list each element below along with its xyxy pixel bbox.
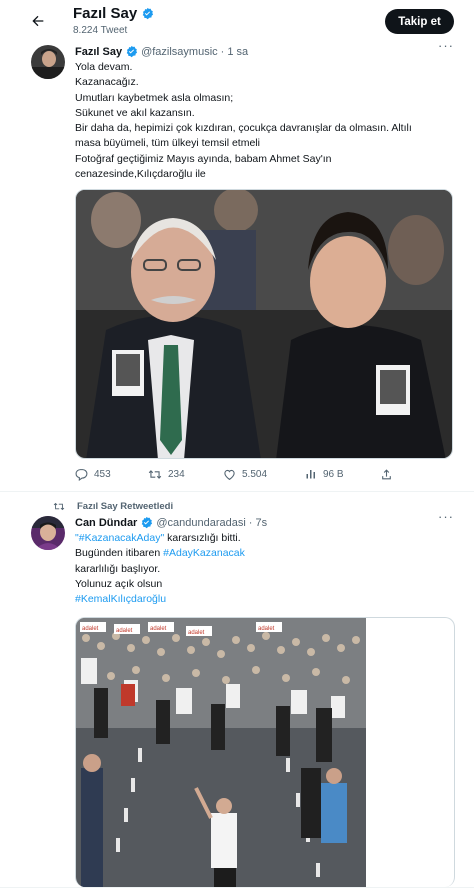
retweet-count: 234	[168, 469, 185, 480]
retweet-icon	[53, 502, 65, 511]
profile-header: Fazıl Say 8.224 Tweet Takip et	[0, 0, 474, 42]
more-options-icon[interactable]: ···	[438, 509, 454, 524]
share-icon	[382, 469, 391, 480]
arrow-left-icon	[32, 15, 44, 27]
profile-name-row: Fazıl Say	[73, 5, 154, 22]
follow-button[interactable]: Takip et	[385, 9, 454, 34]
avatar[interactable]	[31, 516, 65, 550]
author-handle[interactable]: @candundaradasi	[156, 517, 245, 529]
tweet-text: kararsızlığı bitti.	[164, 532, 241, 544]
verified-badge-icon	[142, 516, 153, 529]
views-button[interactable]: 96 B	[305, 468, 344, 480]
tweet-line: Sükunet ve akıl kazansın.	[75, 106, 195, 119]
tweet-line: Yolunuz açık olsun	[75, 577, 163, 590]
tweet-line: #KemalKılıçdaroğlu	[75, 592, 245, 607]
avatar-image	[31, 45, 65, 79]
author-name[interactable]: Can Dündar	[75, 517, 137, 529]
tweet-1-photo[interactable]	[75, 189, 453, 459]
author-name[interactable]: Fazıl Say	[75, 46, 122, 58]
share-button[interactable]	[380, 468, 393, 481]
tweet-2-header: Can Dündar @candundaradasi · 7s	[75, 516, 267, 529]
tweet-line: "#KazanacakAday" kararsızlığı bitti.	[75, 531, 245, 546]
tweet-line: Kazanacağız.	[75, 76, 139, 89]
banner-text: adalet	[82, 626, 99, 632]
tweet-line: kararlılığı başlıyor.	[75, 562, 161, 575]
retweet-button[interactable]: 234	[148, 468, 185, 481]
tweet-line: masa büyümeli, tüm ülkeyi temsil etmeli	[75, 137, 260, 150]
funeral-photo	[76, 190, 452, 458]
views-chart-icon	[306, 470, 315, 479]
tweet-1-text: Yola devam. Kazanacağız. Umutları kaybet…	[75, 60, 412, 182]
avatar-image	[31, 516, 65, 550]
profile-display-name: Fazıl Say	[73, 5, 138, 22]
heart-icon	[224, 469, 235, 481]
banner-text: adalet	[116, 628, 133, 634]
tweet-2[interactable]: Fazıl Say Retweetledi Can Dündar @candun…	[0, 493, 474, 894]
author-handle[interactable]: @fazilsaymusic	[141, 46, 218, 58]
tweet-1[interactable]: Fazıl Say @fazilsaymusic · 1 sa ··· Yola…	[0, 38, 474, 492]
tweet-count: 8.224 Tweet	[73, 25, 128, 36]
verified-badge-icon	[142, 7, 154, 20]
reply-count: 453	[94, 469, 111, 480]
like-count: 5.504	[242, 469, 268, 480]
tweet-line: Umutları kaybetmek asla olmasın;	[75, 91, 234, 104]
tweet-line: Yola devam.	[75, 61, 133, 73]
march-photo: adalet adalet adalet adalet adalet	[76, 618, 366, 887]
more-options-icon[interactable]: ···	[438, 38, 454, 53]
views-count: 96 B	[323, 468, 344, 480]
banner-text: adalet	[188, 630, 205, 636]
avatar[interactable]	[31, 45, 65, 79]
hashtag-link[interactable]: #AdayKazanacak	[163, 547, 245, 559]
divider	[0, 887, 474, 894]
retweeted-by: Fazıl Say Retweetledi	[53, 501, 173, 512]
verified-badge-icon	[126, 45, 138, 58]
reply-button[interactable]: 453	[75, 468, 111, 481]
retweet-icon	[148, 470, 162, 479]
tweet-line: Bir daha da, hepimizi çok kızdıran, çocu…	[75, 122, 412, 135]
tweet-text: Bugünden itibaren	[75, 547, 164, 560]
tweet-line: cenazesinde,Kılıçdaroğlu ile	[75, 168, 206, 181]
reply-icon	[75, 469, 88, 481]
tweet-1-header: Fazıl Say @fazilsaymusic · 1 sa	[75, 45, 248, 58]
hashtag-link[interactable]: #KemalKılıçdaroğlu	[75, 593, 166, 605]
retweeted-by-label[interactable]: Fazıl Say Retweetledi	[77, 501, 173, 512]
back-button[interactable]	[26, 9, 50, 33]
like-button[interactable]: 5.504	[223, 468, 267, 481]
tweet-2-photo[interactable]: adalet adalet adalet adalet adalet	[75, 617, 455, 887]
tweet-line: Bugünden itibaren #AdayKazanacak	[75, 546, 245, 561]
hashtag-link[interactable]: "#KazanacakAday"	[75, 532, 164, 544]
banner-text: adalet	[258, 626, 275, 632]
banner-text: adalet	[150, 626, 167, 632]
tweet-line: Fotoğraf geçtiğimiz Mayıs ayında, babam …	[75, 152, 332, 165]
tweet-2-text: "#KazanacakAday" kararsızlığı bitti. Bug…	[75, 531, 245, 607]
tweet-1-actions: 453 234 5.504 96 B	[75, 468, 395, 486]
tweet-time[interactable]: · 7s	[249, 517, 267, 529]
tweet-time[interactable]: · 1 sa	[221, 46, 249, 58]
